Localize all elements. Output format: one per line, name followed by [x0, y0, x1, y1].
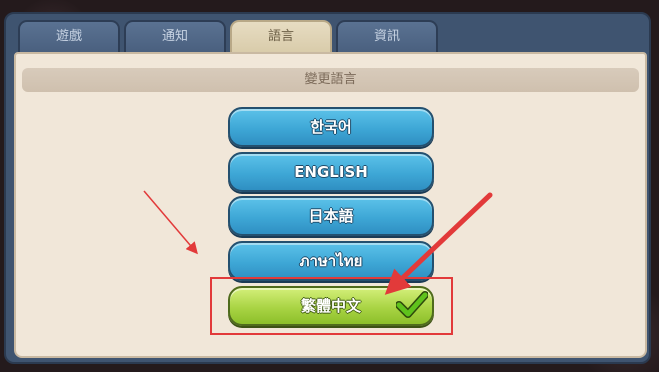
language-button-thai[interactable]: ภาษาไทย	[228, 241, 434, 281]
tab-game[interactable]: 遊戲	[18, 20, 120, 52]
language-button-korean[interactable]: 한국어	[228, 107, 434, 147]
language-button-japanese[interactable]: 日本語	[228, 196, 434, 236]
tab-info[interactable]: 資訊	[336, 20, 438, 52]
language-button-english[interactable]: ENGLISH	[228, 152, 434, 192]
tab-notifications[interactable]: 通知	[124, 20, 226, 52]
tab-language[interactable]: 語言	[230, 20, 332, 54]
panel-title: 變更語言	[22, 68, 639, 92]
selection-highlight-box	[210, 277, 453, 335]
